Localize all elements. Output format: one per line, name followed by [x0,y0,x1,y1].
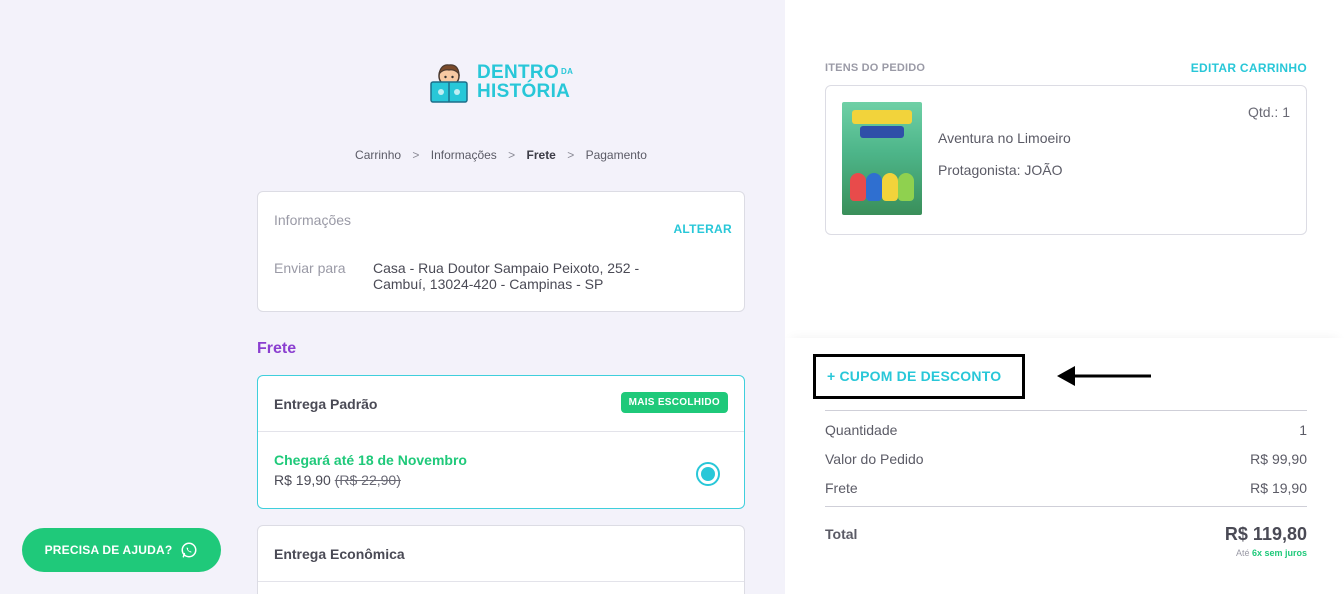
add-coupon-link[interactable]: + CUPOM DE DESCONTO [827,368,1001,384]
order-items-title: ITENS DO PEDIDO [825,62,926,74]
total-value: R$ 119,80 [1224,524,1307,544]
order-item-card: Qtd.: 1 Aventura no Limoeiro Protagonist… [825,85,1307,235]
reading-kid-icon [430,64,468,103]
edit-cart-link[interactable]: EDITAR CARRINHO [1191,61,1307,75]
breadcrumb-separator: > [412,148,420,162]
most-chosen-badge: MAIS ESCOLHIDO [620,392,728,413]
summary-divider [825,506,1307,507]
shipping-price-line: R$ 19,90 (R$ 22,90) [274,472,401,488]
brand-logo[interactable]: DENTRO DA HISTÓRIA [427,60,573,104]
brand-line1: DENTRO [477,62,560,83]
shipping-option-name: Entrega Padrão [274,396,378,412]
change-info-link[interactable]: ALTERAR [673,222,732,236]
summary-value: R$ 99,90 [1250,451,1307,467]
shipping-radio-selected[interactable] [696,462,720,486]
ship-to-label: Enviar para [274,260,346,276]
summary-divider [825,410,1307,411]
brand-wordmark: DENTRO DA HISTÓRIA [477,63,573,101]
help-label: PRECISA DE AJUDA? [44,543,173,557]
breadcrumb-shipping: Frete [526,148,556,162]
ship-to-address: Casa - Rua Doutor Sampaio Peixoto, 252 -… [373,260,640,292]
shipping-price: R$ 19,90 [274,472,331,488]
book-cover-image [842,102,922,215]
help-whatsapp-button[interactable]: PRECISA DE AJUDA? [22,528,221,572]
summary-value: 1 [1299,422,1307,438]
breadcrumb-info[interactable]: Informações [431,148,497,162]
summary-label: Valor do Pedido [825,451,924,467]
coupon-highlight-box: + CUPOM DE DESCONTO [813,354,1025,399]
order-items-panel: ITENS DO PEDIDO EDITAR CARRINHO Qtd.: 1 … [785,0,1344,338]
summary-row-order-value: Valor do Pedido R$ 99,90 [825,451,1307,467]
brand-line2: HISTÓRIA [477,81,571,102]
summary-value: R$ 19,90 [1250,480,1307,496]
order-summary-panel: + CUPOM DE DESCONTO Quantidade 1 Valor d… [785,338,1344,594]
item-name: Aventura no Limoeiro [938,130,1071,146]
arrow-left-icon [1057,366,1151,386]
whatsapp-icon [181,542,197,558]
info-label: Informações [274,212,352,228]
info-summary-card: Informações ALTERAR Enviar para Casa - R… [257,191,745,312]
item-quantity: Qtd.: 1 [1247,104,1290,120]
total-label: Total [825,526,858,542]
shipping-option-standard[interactable]: Entrega Padrão MAIS ESCOLHIDO Chegará at… [257,375,745,509]
breadcrumb-separator: > [567,148,575,162]
shipping-option-header: Entrega Padrão MAIS ESCOLHIDO [258,376,744,432]
order-sidebar: ITENS DO PEDIDO EDITAR CARRINHO Qtd.: 1 … [785,0,1344,594]
breadcrumb: Carrinho > Informações > Frete > Pagamen… [257,148,745,162]
brand-line1-small: DA [561,67,574,76]
shipping-option-economy[interactable]: Entrega Econômica [257,525,745,594]
item-protagonist: Protagonista: JOÃO [938,162,1063,178]
summary-label: Frete [825,480,858,496]
installments-value: 6x sem juros [1251,548,1307,558]
breadcrumb-payment: Pagamento [585,148,647,162]
summary-row-quantity: Quantidade 1 [825,422,1307,438]
shipping-section-title: Frete [257,340,297,357]
arrival-date: Chegará até 18 de Novembro [274,452,467,468]
installments-prefix: Até [1235,548,1252,558]
summary-label: Quantidade [825,422,898,438]
shipping-option-name: Entrega Econômica [274,546,405,562]
shipping-option-divider [258,581,744,582]
breadcrumb-separator: > [508,148,516,162]
summary-row-shipping: Frete R$ 19,90 [825,480,1307,496]
shipping-old-price: (R$ 22,90) [334,472,401,488]
breadcrumb-cart[interactable]: Carrinho [355,148,401,162]
checkout-main: DENTRO DA HISTÓRIA Carrinho > Informações… [0,0,785,594]
installments-note: Até 6x sem juros [1236,548,1307,558]
